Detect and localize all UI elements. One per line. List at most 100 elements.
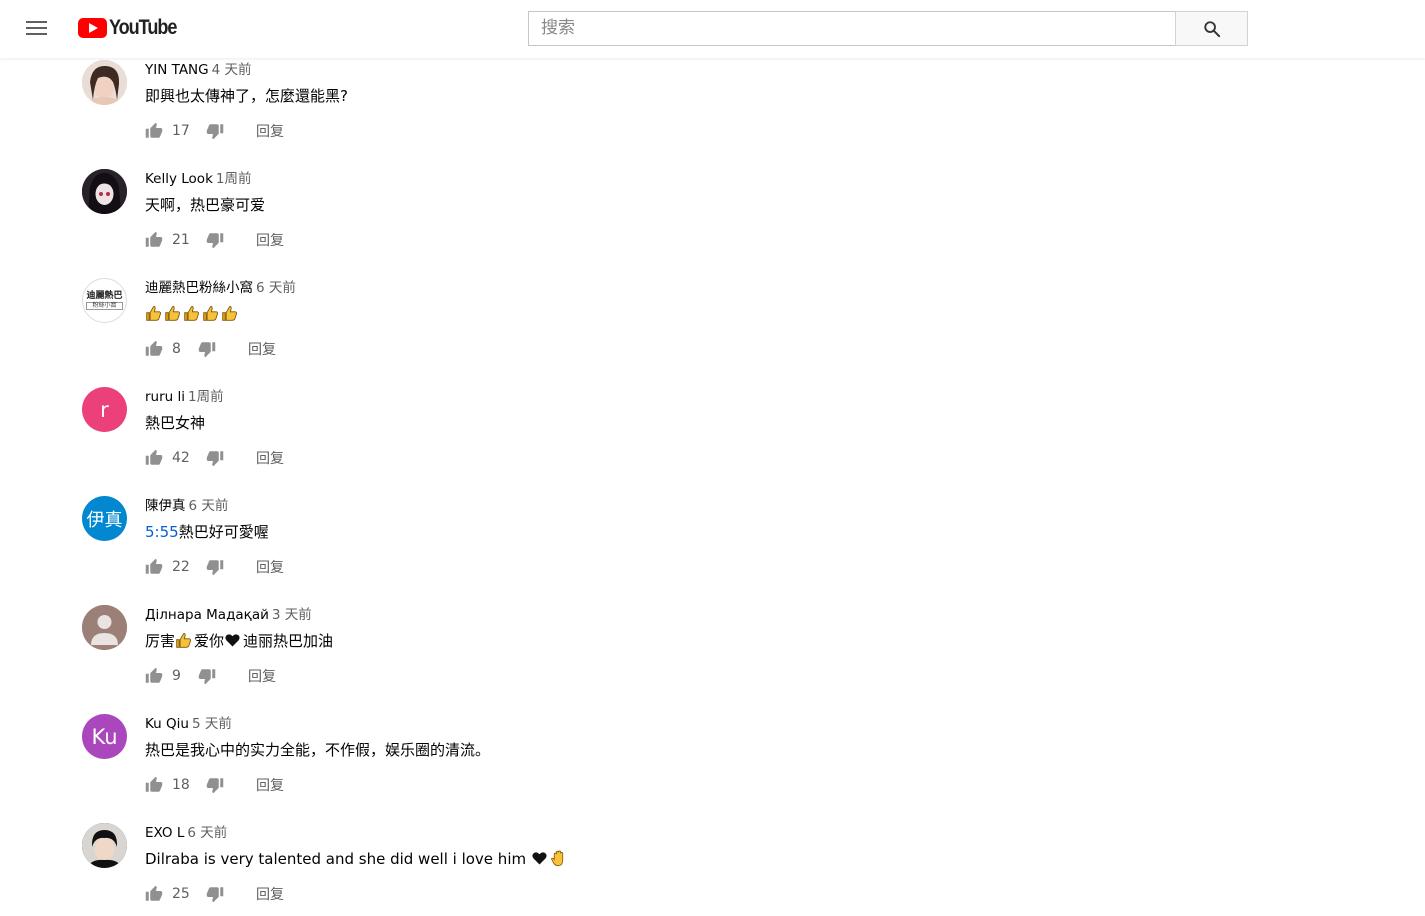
comment-author[interactable]: Дiлнара Мадақай — [145, 607, 269, 623]
comment-author[interactable]: YIN TANG — [145, 62, 209, 78]
comment-thread: 伊真 陳伊真 6 天前 5:55熱巴好可愛喔 22 回复 — [0, 496, 1000, 605]
comment-time[interactable]: 5 天前 — [192, 716, 232, 732]
avatar[interactable]: 迪麗熱巴 粉絲小窩 — [82, 278, 127, 323]
comment-time[interactable]: 6 天前 — [187, 825, 227, 841]
comment-text: 天啊，热巴豪可爱 — [145, 196, 266, 214]
dislike-icon[interactable] — [206, 122, 224, 140]
avatar[interactable]: 伊真 — [82, 496, 127, 541]
dislike-icon[interactable] — [206, 449, 224, 467]
comment-thread: Дiлнара Мадақай 3 天前 厉害 爱你 迪丽热巴加油 9 回复 — [0, 605, 1000, 714]
comment-text — [145, 304, 240, 324]
avatar[interactable] — [82, 605, 127, 650]
thumbs-up-emoji-icon — [165, 306, 181, 321]
avatar-photo-icon — [82, 60, 127, 105]
black-heart-emoji-icon — [532, 852, 547, 865]
comment-actions: 9 回复 — [145, 666, 276, 686]
comment-author[interactable]: 陳伊真 — [145, 498, 186, 514]
reply-button[interactable]: 回复 — [256, 121, 284, 141]
comment-text-body: Dilraba is very talented and she did wel… — [145, 850, 531, 868]
comment-author[interactable]: Kelly Look — [145, 171, 213, 187]
avatar[interactable]: Ku — [82, 714, 127, 759]
like-icon[interactable] — [145, 667, 163, 685]
comment-time[interactable]: 4 天前 — [212, 62, 252, 78]
thumbs-up-emoji-icon — [146, 306, 162, 321]
like-icon[interactable] — [145, 558, 163, 576]
like-icon[interactable] — [145, 340, 163, 358]
comment-actions: 21 回复 — [145, 230, 284, 250]
comment-text: 热巴是我心中的实力全能，不作假，娱乐圈的清流。 — [145, 741, 491, 759]
comment-header: EXO L6 天前 — [145, 823, 227, 842]
dislike-icon[interactable] — [198, 340, 216, 358]
comment-header: Дiлнара Мадақай 3 天前 — [145, 605, 312, 624]
avatar[interactable] — [82, 60, 127, 105]
comment-time[interactable]: 6 天前 — [256, 280, 296, 296]
comment-thread: Kelly Look 1周前 天啊，热巴豪可爱 21 回复 — [0, 169, 1000, 278]
like-count: 17 — [172, 123, 190, 139]
comment-actions: 25 回复 — [145, 884, 284, 904]
dislike-icon[interactable] — [206, 885, 224, 903]
like-icon[interactable] — [145, 776, 163, 794]
hamburger-menu-icon[interactable] — [25, 17, 49, 41]
comment-time[interactable]: 1周前 — [188, 389, 224, 405]
reply-button[interactable]: 回复 — [256, 448, 284, 468]
search-icon — [1204, 21, 1221, 38]
like-count: 8 — [172, 341, 181, 357]
timestamp-link[interactable]: 5:55 — [145, 523, 179, 541]
avatar[interactable] — [82, 823, 127, 868]
like-count: 18 — [172, 777, 190, 793]
comment-author[interactable]: EXO L — [145, 825, 184, 841]
reply-button[interactable]: 回复 — [256, 884, 284, 904]
comment-actions: 42 回复 — [145, 448, 284, 468]
comment-author[interactable]: Ku Qiu — [145, 716, 189, 732]
reply-button[interactable]: 回复 — [256, 230, 284, 250]
comment-actions: 8 回复 — [145, 339, 276, 359]
masthead: YouTube 搜索 — [0, 0, 1425, 58]
comment-text-body: 熱巴好可愛喔 — [178, 523, 269, 541]
like-icon[interactable] — [145, 885, 163, 903]
thumbs-up-emoji-icon — [184, 306, 200, 321]
comment-text: Dilraba is very talented and she did wel… — [145, 849, 569, 869]
comment-header: Kelly Look 1周前 — [145, 169, 251, 188]
dislike-icon[interactable] — [198, 667, 216, 685]
avatar[interactable] — [82, 169, 127, 214]
like-count: 42 — [172, 450, 190, 466]
search-button[interactable] — [1175, 11, 1248, 46]
comment-time[interactable]: 3 天前 — [272, 607, 312, 623]
comment-text-part: 迪丽热巴加油 — [243, 632, 334, 650]
raised-hand-emoji-icon — [551, 850, 564, 867]
thumbs-up-emoji-icon — [176, 633, 192, 648]
comment-text: 5:55熱巴好可愛喔 — [145, 522, 269, 542]
thumbs-up-emoji-icon — [203, 306, 219, 321]
reply-button[interactable]: 回复 — [256, 557, 284, 577]
like-icon[interactable] — [145, 122, 163, 140]
avatar-letter: 伊真 — [86, 509, 123, 531]
comment-text: 熱巴女神 — [145, 414, 206, 432]
like-count: 25 — [172, 886, 190, 902]
reply-button[interactable]: 回复 — [248, 339, 276, 359]
comment-author[interactable]: ruru li — [145, 389, 185, 405]
like-count: 9 — [172, 668, 181, 684]
avatar-photo-icon — [82, 169, 127, 214]
like-icon[interactable] — [145, 231, 163, 249]
avatar-letter: Ku — [91, 724, 118, 749]
like-count: 22 — [172, 559, 190, 575]
dislike-icon[interactable] — [206, 558, 224, 576]
comment-header: 陳伊真 6 天前 — [145, 496, 228, 515]
dislike-icon[interactable] — [206, 776, 224, 794]
like-icon[interactable] — [145, 449, 163, 467]
comment-thread: 迪麗熱巴 粉絲小窩 迪麗熱巴粉絲小窩 6 天前 8 回复 — [0, 278, 1000, 387]
dislike-icon[interactable] — [206, 231, 224, 249]
comment-text-part: 爱你 — [194, 632, 225, 650]
comment-thread: EXO L6 天前 Dilraba is very talented and s… — [0, 823, 1000, 916]
reply-button[interactable]: 回复 — [248, 666, 276, 686]
youtube-logo[interactable]: YouTube — [78, 16, 187, 40]
search-input[interactable]: 搜索 — [528, 11, 1176, 46]
avatar[interactable]: r — [82, 387, 127, 432]
reply-button[interactable]: 回复 — [256, 775, 284, 795]
comment-time[interactable]: 1周前 — [216, 171, 252, 187]
comment-author[interactable]: 迪麗熱巴粉絲小窩 — [145, 280, 253, 296]
like-count: 21 — [172, 232, 190, 248]
comment-time[interactable]: 6 天前 — [189, 498, 229, 514]
play-logo-icon — [78, 18, 107, 38]
black-heart-emoji-icon — [225, 634, 240, 647]
